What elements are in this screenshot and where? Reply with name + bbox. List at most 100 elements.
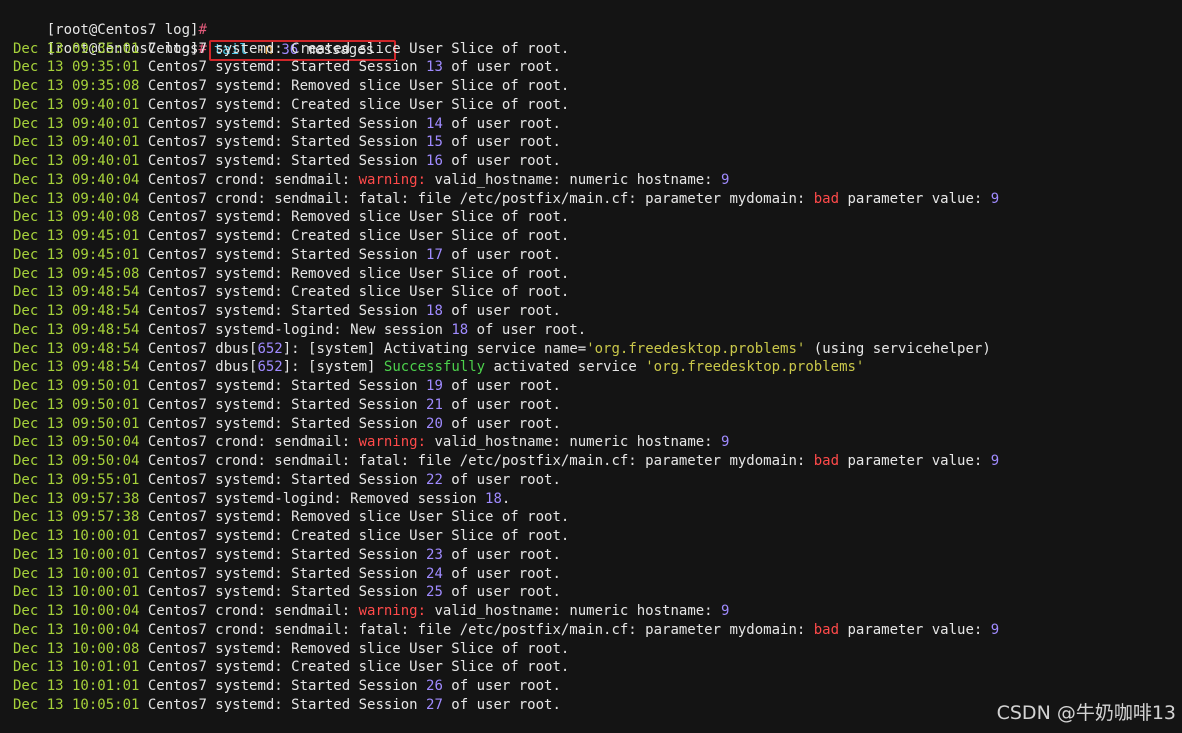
log-line: Dec 13 10:00:04 Centos7 crond: sendmail:…: [13, 621, 1182, 640]
log-text: Centos7 crond: sendmail: fatal: file /et…: [139, 453, 814, 469]
log-timestamp: Dec 13 10:01:01: [13, 659, 140, 676]
log-line: Dec 13 10:00:04 Centos7 crond: sendmail:…: [13, 602, 1182, 621]
log-text: Centos7 systemd: Started Session: [139, 153, 427, 169]
log-text: Centos7 systemd: Started Session: [139, 696, 427, 713]
log-text: Centos7 systemd: Removed slice User Slic…: [139, 209, 570, 226]
log-line: Dec 13 09:35:01 Centos7 systemd: Created…: [13, 40, 1182, 59]
log-timestamp: Dec 13 10:00:01: [13, 546, 140, 563]
log-highlight-num: 15: [426, 134, 443, 151]
log-line: Dec 13 09:45:08 Centos7 systemd: Removed…: [13, 265, 1182, 284]
log-timestamp: Dec 13 10:01:01: [13, 678, 140, 694]
log-text: Centos7 systemd: Started Session: [139, 303, 427, 319]
log-highlight-num: 21: [426, 396, 443, 413]
log-output: Dec 13 09:35:01 Centos7 systemd: Created…: [13, 40, 1182, 715]
log-line: Dec 13 09:40:01 Centos7 systemd: Started…: [13, 152, 1182, 171]
log-text: Centos7 crond: sendmail:: [139, 434, 359, 451]
log-highlight-warn: warning:: [358, 171, 427, 188]
log-text: Centos7 systemd: Created slice User Slic…: [139, 528, 570, 544]
log-text: Centos7 systemd: Started Session: [139, 396, 427, 413]
log-line: Dec 13 10:00:01 Centos7 systemd: Started…: [13, 583, 1182, 602]
log-line: Dec 13 09:48:54 Centos7 systemd: Started…: [13, 302, 1182, 321]
log-text: Centos7 systemd: Started Session: [139, 678, 427, 694]
log-text: of user root.: [442, 396, 561, 413]
log-highlight-num: 9: [721, 171, 730, 188]
log-text: of user root.: [442, 134, 561, 151]
log-highlight-num: 652: [257, 340, 283, 357]
log-line: Dec 13 09:50:04 Centos7 crond: sendmail:…: [13, 452, 1182, 471]
log-highlight-num: 9: [721, 603, 730, 619]
log-line: Dec 13 09:50:01 Centos7 systemd: Started…: [13, 415, 1182, 434]
log-text: Centos7 systemd: Created slice User Slic…: [139, 40, 570, 57]
log-text: Centos7 systemd: Started Session: [139, 59, 427, 76]
log-line: Dec 13 09:35:08 Centos7 systemd: Removed…: [13, 77, 1182, 96]
log-highlight-num: 17: [426, 246, 443, 263]
log-timestamp: Dec 13 09:35:08: [13, 78, 140, 94]
terminal-window[interactable]: [root@Centos7 log]# [root@Centos7 log]# t…: [0, 0, 1182, 733]
log-text: Centos7 systemd: Started Session: [139, 415, 427, 432]
log-line: Dec 13 10:00:01 Centos7 systemd: Started…: [13, 565, 1182, 584]
log-text: Centos7 dbus[: [139, 340, 258, 357]
log-highlight-num: 18: [426, 303, 443, 319]
log-highlight-num: 18: [485, 490, 502, 507]
log-text: Centos7 systemd: Started Session: [139, 134, 427, 151]
log-timestamp: Dec 13 09:40:04: [13, 190, 140, 207]
log-timestamp: Dec 13 09:40:01: [13, 153, 140, 169]
log-highlight-num: 23: [426, 546, 443, 563]
log-line: Dec 13 09:45:01 Centos7 systemd: Created…: [13, 227, 1182, 246]
log-highlight-num: 26: [426, 678, 443, 694]
log-highlight-num: 24: [426, 565, 443, 582]
log-text: Centos7 systemd: Removed slice User Slic…: [139, 640, 570, 657]
log-text: of user root.: [468, 321, 587, 338]
log-timestamp: Dec 13 10:00:04: [13, 621, 140, 638]
prompt-line-previous: [root@Centos7 log]#: [13, 2, 1182, 38]
log-text: Centos7 crond: sendmail:: [139, 171, 359, 188]
log-text: Centos7 systemd: Created slice User Slic…: [139, 659, 570, 676]
log-text: parameter value:: [839, 190, 991, 207]
log-timestamp: Dec 13 10:00:01: [13, 584, 140, 601]
csdn-watermark: CSDN @牛奶咖啡13: [996, 702, 1176, 724]
prompt: [root@Centos7 log]: [46, 21, 199, 38]
log-text: of user root.: [442, 415, 561, 432]
log-text: Centos7 systemd: Created slice User Slic…: [139, 96, 570, 113]
log-text: Centos7 systemd: Removed slice User Slic…: [139, 265, 570, 282]
log-timestamp: Dec 13 09:40:08: [13, 209, 140, 226]
log-highlight-num: 9: [721, 434, 730, 451]
log-line: Dec 13 09:55:01 Centos7 systemd: Started…: [13, 471, 1182, 490]
log-line: Dec 13 09:45:01 Centos7 systemd: Started…: [13, 246, 1182, 265]
log-highlight-num: 9: [990, 190, 1000, 207]
log-timestamp: Dec 13 09:50:04: [13, 434, 140, 451]
log-text: Centos7 crond: sendmail: fatal: file /et…: [139, 190, 814, 207]
log-timestamp: Dec 13 09:45:08: [13, 265, 140, 282]
log-highlight-ok: Successfully: [383, 359, 486, 376]
log-text: parameter value:: [839, 453, 991, 469]
log-text: of user root.: [442, 471, 561, 488]
log-timestamp: Dec 13 10:00:01: [13, 565, 140, 582]
log-line: Dec 13 09:48:54 Centos7 dbus[652]: [syst…: [13, 358, 1182, 377]
prompt-symbol: #: [198, 21, 207, 38]
log-text: valid_hostname: numeric hostname:: [426, 171, 722, 188]
log-highlight-num: 652: [257, 359, 283, 376]
log-line: Dec 13 09:57:38 Centos7 systemd: Removed…: [13, 508, 1182, 527]
log-text: ]: [system] Activating service name=: [282, 340, 587, 357]
log-line: Dec 13 09:50:01 Centos7 systemd: Started…: [13, 396, 1182, 415]
log-highlight-bad: bad: [813, 453, 840, 469]
log-highlight-num: 22: [426, 471, 443, 488]
log-line: Dec 13 09:40:01 Centos7 systemd: Started…: [13, 115, 1182, 134]
log-highlight-bad: bad: [813, 621, 840, 638]
log-line: Dec 13 10:00:08 Centos7 systemd: Removed…: [13, 640, 1182, 659]
log-text: of user root.: [442, 115, 561, 132]
log-timestamp: Dec 13 09:40:01: [13, 134, 140, 151]
log-line: Dec 13 09:48:54 Centos7 dbus[652]: [syst…: [13, 340, 1182, 359]
log-timestamp: Dec 13 09:50:01: [13, 415, 140, 432]
log-text: of user root.: [442, 303, 561, 319]
log-timestamp: Dec 13 09:48:54: [13, 303, 140, 319]
log-timestamp: Dec 13 09:50:01: [13, 378, 140, 394]
log-text: valid_hostname: numeric hostname:: [426, 603, 722, 619]
log-text: Centos7 crond: sendmail:: [139, 603, 359, 619]
log-timestamp: Dec 13 09:45:01: [13, 228, 140, 244]
log-line: Dec 13 09:40:08 Centos7 systemd: Removed…: [13, 208, 1182, 227]
log-timestamp: Dec 13 09:40:01: [13, 96, 140, 113]
log-text: Centos7 systemd-logind: New session: [139, 321, 452, 338]
log-highlight-num: 14: [426, 115, 443, 132]
log-line: Dec 13 09:48:54 Centos7 systemd: Created…: [13, 283, 1182, 302]
